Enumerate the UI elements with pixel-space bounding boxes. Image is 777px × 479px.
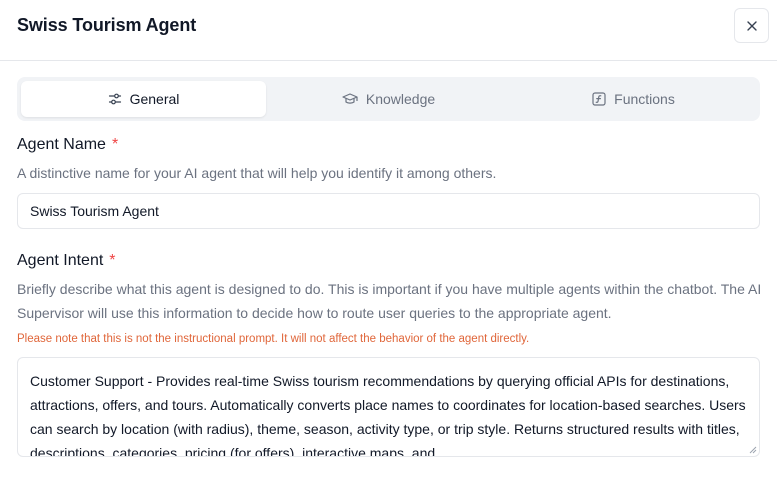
function-icon: [592, 92, 606, 106]
tab-functions[interactable]: Functions: [511, 81, 756, 117]
dialog-header: Swiss Tourism Agent: [0, 0, 777, 61]
tab-general-label: General: [129, 91, 180, 107]
agent-intent-textarea[interactable]: Customer Support - Provides real-time Sw…: [17, 357, 760, 457]
agent-name-label-text: Agent Name: [17, 136, 106, 153]
tab-general[interactable]: General: [21, 81, 266, 117]
resize-handle-icon[interactable]: [749, 446, 757, 454]
tab-knowledge[interactable]: Knowledge: [266, 81, 511, 117]
agent-intent-text[interactable]: Customer Support - Provides real-time Sw…: [18, 358, 759, 456]
required-mark: *: [109, 252, 116, 269]
close-button[interactable]: [734, 8, 769, 43]
tab-bar: General Knowledge Functions: [17, 77, 760, 121]
agent-name-help: A distinctive name for your AI agent tha…: [17, 165, 497, 181]
dialog-title: Swiss Tourism Agent: [17, 15, 197, 35]
agent-intent-help: Briefly describe what this agent is desi…: [17, 281, 762, 321]
tab-knowledge-label: Knowledge: [365, 91, 436, 107]
close-icon: [746, 20, 757, 31]
agent-intent-label-text: Agent Intent: [17, 252, 104, 269]
agent-name-input[interactable]: [17, 193, 760, 229]
agent-name-label: Agent Name *: [17, 136, 118, 154]
agent-intent-label: Agent Intent *: [17, 252, 116, 270]
required-mark: *: [111, 136, 119, 153]
tab-functions-label: Functions: [614, 91, 675, 107]
agent-intent-warning: Please note that this is not the instruc…: [17, 333, 530, 345]
graduation-cap-icon: [342, 93, 358, 104]
sliders-icon: [108, 93, 121, 105]
